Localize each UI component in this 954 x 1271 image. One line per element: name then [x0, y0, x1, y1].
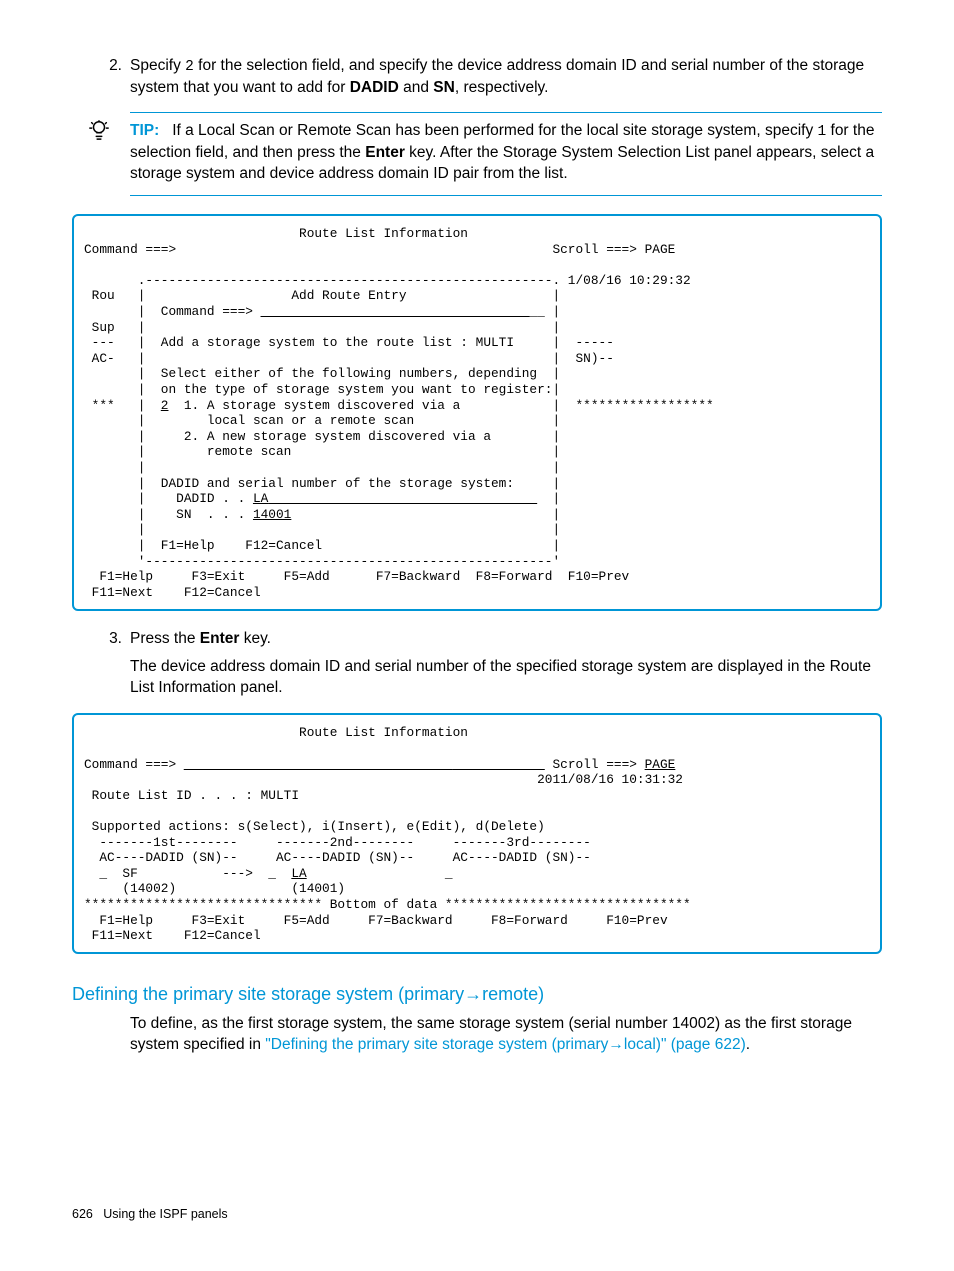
section-text-b: .	[746, 1036, 750, 1053]
step-2-text-d: , respectively.	[455, 79, 549, 96]
sn-label: SN	[433, 79, 455, 96]
step-3-num: 3.	[100, 629, 122, 650]
page-footer: 626 Using the ISPF panels	[72, 1206, 228, 1223]
terminal-route-list-information: Route List Information Command ===> Scro…	[72, 713, 882, 954]
tip-label: TIP:	[130, 122, 159, 139]
step-3: 3. Press the Enter key. The device addre…	[130, 629, 882, 700]
dadid-label: DADID	[350, 79, 399, 96]
step-2-text-a: Specify	[130, 57, 185, 74]
tip-text-a: If a Local Scan or Remote Scan has been …	[172, 122, 817, 139]
step-3-enter: Enter	[200, 630, 240, 647]
tip-enter: Enter	[365, 144, 405, 161]
step-2-num: 2.	[100, 56, 122, 77]
section-heading: Defining the primary site storage system…	[72, 982, 882, 1006]
section-link[interactable]: "Defining the primary site storage syste…	[265, 1036, 746, 1053]
step-3-text-a: Press the	[130, 630, 200, 647]
step-2: 2. Specify 2 for the selection field, an…	[130, 56, 882, 98]
terminal-add-route-entry: Route List Information Command ===> Scro…	[72, 214, 882, 611]
section-paragraph: To define, as the first storage system, …	[130, 1014, 882, 1056]
step-3-text-b: key.	[239, 630, 271, 647]
step-2-code-2: 2	[185, 59, 194, 75]
lightbulb-icon	[88, 119, 110, 149]
tip-code-1: 1	[818, 124, 827, 140]
step-2-text-c: and	[399, 79, 433, 96]
step-3-para: The device address domain ID and serial …	[130, 657, 882, 699]
footer-title: Using the ISPF panels	[103, 1207, 227, 1221]
page-number: 626	[72, 1207, 93, 1221]
tip-box: TIP: If a Local Scan or Remote Scan has …	[130, 112, 882, 195]
